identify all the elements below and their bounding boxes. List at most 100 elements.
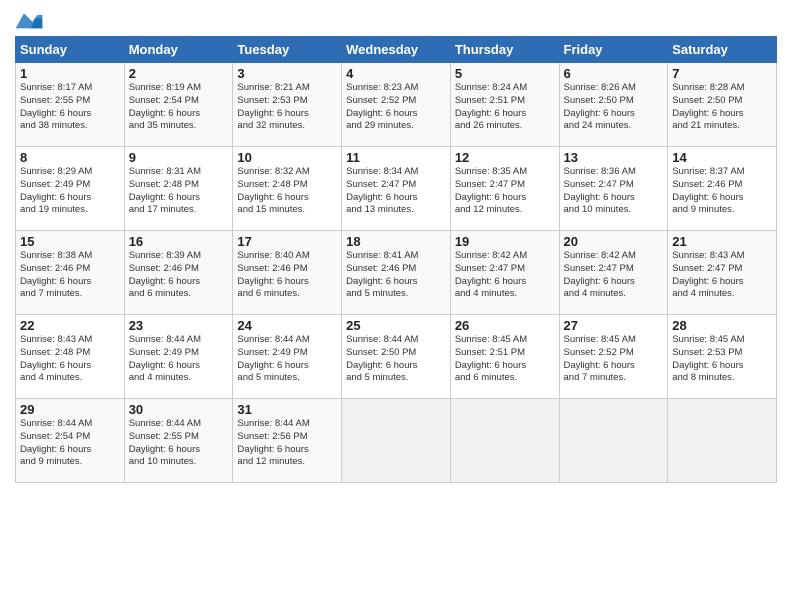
day-number: 17	[237, 234, 337, 249]
day-content: Sunrise: 8:38 AM Sunset: 2:46 PM Dayligh…	[20, 250, 120, 301]
day-number: 2	[129, 66, 229, 81]
day-number: 8	[20, 150, 120, 165]
day-content: Sunrise: 8:28 AM Sunset: 2:50 PM Dayligh…	[672, 82, 772, 133]
day-cell: 31Sunrise: 8:44 AM Sunset: 2:56 PM Dayli…	[233, 399, 342, 483]
day-cell: 19Sunrise: 8:42 AM Sunset: 2:47 PM Dayli…	[450, 231, 559, 315]
day-cell: 15Sunrise: 8:38 AM Sunset: 2:46 PM Dayli…	[16, 231, 125, 315]
week-row-5: 29Sunrise: 8:44 AM Sunset: 2:54 PM Dayli…	[16, 399, 777, 483]
header-tuesday: Tuesday	[233, 37, 342, 63]
header-wednesday: Wednesday	[342, 37, 451, 63]
day-cell	[559, 399, 668, 483]
header-saturday: Saturday	[668, 37, 777, 63]
day-content: Sunrise: 8:40 AM Sunset: 2:46 PM Dayligh…	[237, 250, 337, 301]
day-number: 22	[20, 318, 120, 333]
day-content: Sunrise: 8:45 AM Sunset: 2:52 PM Dayligh…	[564, 334, 664, 385]
day-cell: 2Sunrise: 8:19 AM Sunset: 2:54 PM Daylig…	[124, 63, 233, 147]
day-number: 12	[455, 150, 555, 165]
day-cell: 17Sunrise: 8:40 AM Sunset: 2:46 PM Dayli…	[233, 231, 342, 315]
day-number: 7	[672, 66, 772, 81]
day-cell: 14Sunrise: 8:37 AM Sunset: 2:46 PM Dayli…	[668, 147, 777, 231]
day-cell: 22Sunrise: 8:43 AM Sunset: 2:48 PM Dayli…	[16, 315, 125, 399]
day-number: 15	[20, 234, 120, 249]
day-cell	[342, 399, 451, 483]
day-number: 24	[237, 318, 337, 333]
header-friday: Friday	[559, 37, 668, 63]
day-number: 20	[564, 234, 664, 249]
day-number: 27	[564, 318, 664, 333]
day-content: Sunrise: 8:44 AM Sunset: 2:49 PM Dayligh…	[129, 334, 229, 385]
logo	[15, 10, 47, 30]
day-content: Sunrise: 8:45 AM Sunset: 2:53 PM Dayligh…	[672, 334, 772, 385]
day-cell: 27Sunrise: 8:45 AM Sunset: 2:52 PM Dayli…	[559, 315, 668, 399]
day-number: 11	[346, 150, 446, 165]
day-content: Sunrise: 8:23 AM Sunset: 2:52 PM Dayligh…	[346, 82, 446, 133]
day-number: 31	[237, 402, 337, 417]
day-content: Sunrise: 8:44 AM Sunset: 2:50 PM Dayligh…	[346, 334, 446, 385]
logo-icon	[15, 10, 43, 30]
day-content: Sunrise: 8:45 AM Sunset: 2:51 PM Dayligh…	[455, 334, 555, 385]
day-cell: 24Sunrise: 8:44 AM Sunset: 2:49 PM Dayli…	[233, 315, 342, 399]
day-content: Sunrise: 8:44 AM Sunset: 2:54 PM Dayligh…	[20, 418, 120, 469]
day-content: Sunrise: 8:37 AM Sunset: 2:46 PM Dayligh…	[672, 166, 772, 217]
day-content: Sunrise: 8:21 AM Sunset: 2:53 PM Dayligh…	[237, 82, 337, 133]
week-row-4: 22Sunrise: 8:43 AM Sunset: 2:48 PM Dayli…	[16, 315, 777, 399]
day-cell: 30Sunrise: 8:44 AM Sunset: 2:55 PM Dayli…	[124, 399, 233, 483]
day-number: 29	[20, 402, 120, 417]
day-content: Sunrise: 8:43 AM Sunset: 2:47 PM Dayligh…	[672, 250, 772, 301]
day-number: 19	[455, 234, 555, 249]
day-cell: 4Sunrise: 8:23 AM Sunset: 2:52 PM Daylig…	[342, 63, 451, 147]
day-cell: 3Sunrise: 8:21 AM Sunset: 2:53 PM Daylig…	[233, 63, 342, 147]
day-cell: 5Sunrise: 8:24 AM Sunset: 2:51 PM Daylig…	[450, 63, 559, 147]
day-cell: 21Sunrise: 8:43 AM Sunset: 2:47 PM Dayli…	[668, 231, 777, 315]
day-number: 1	[20, 66, 120, 81]
day-cell: 6Sunrise: 8:26 AM Sunset: 2:50 PM Daylig…	[559, 63, 668, 147]
header-sunday: Sunday	[16, 37, 125, 63]
day-cell: 29Sunrise: 8:44 AM Sunset: 2:54 PM Dayli…	[16, 399, 125, 483]
day-content: Sunrise: 8:17 AM Sunset: 2:55 PM Dayligh…	[20, 82, 120, 133]
day-cell: 23Sunrise: 8:44 AM Sunset: 2:49 PM Dayli…	[124, 315, 233, 399]
calendar-header-row: SundayMondayTuesdayWednesdayThursdayFrid…	[16, 37, 777, 63]
day-number: 3	[237, 66, 337, 81]
day-cell: 1Sunrise: 8:17 AM Sunset: 2:55 PM Daylig…	[16, 63, 125, 147]
day-cell: 10Sunrise: 8:32 AM Sunset: 2:48 PM Dayli…	[233, 147, 342, 231]
day-cell: 11Sunrise: 8:34 AM Sunset: 2:47 PM Dayli…	[342, 147, 451, 231]
day-number: 5	[455, 66, 555, 81]
day-cell: 9Sunrise: 8:31 AM Sunset: 2:48 PM Daylig…	[124, 147, 233, 231]
day-number: 18	[346, 234, 446, 249]
day-number: 4	[346, 66, 446, 81]
day-content: Sunrise: 8:19 AM Sunset: 2:54 PM Dayligh…	[129, 82, 229, 133]
day-cell	[450, 399, 559, 483]
day-cell: 12Sunrise: 8:35 AM Sunset: 2:47 PM Dayli…	[450, 147, 559, 231]
day-number: 9	[129, 150, 229, 165]
day-number: 25	[346, 318, 446, 333]
day-number: 6	[564, 66, 664, 81]
day-cell	[668, 399, 777, 483]
week-row-1: 1Sunrise: 8:17 AM Sunset: 2:55 PM Daylig…	[16, 63, 777, 147]
day-number: 26	[455, 318, 555, 333]
day-content: Sunrise: 8:42 AM Sunset: 2:47 PM Dayligh…	[455, 250, 555, 301]
day-number: 14	[672, 150, 772, 165]
day-content: Sunrise: 8:42 AM Sunset: 2:47 PM Dayligh…	[564, 250, 664, 301]
day-content: Sunrise: 8:44 AM Sunset: 2:49 PM Dayligh…	[237, 334, 337, 385]
week-row-2: 8Sunrise: 8:29 AM Sunset: 2:49 PM Daylig…	[16, 147, 777, 231]
day-cell: 26Sunrise: 8:45 AM Sunset: 2:51 PM Dayli…	[450, 315, 559, 399]
day-number: 23	[129, 318, 229, 333]
day-cell: 13Sunrise: 8:36 AM Sunset: 2:47 PM Dayli…	[559, 147, 668, 231]
day-content: Sunrise: 8:29 AM Sunset: 2:49 PM Dayligh…	[20, 166, 120, 217]
header-monday: Monday	[124, 37, 233, 63]
day-content: Sunrise: 8:41 AM Sunset: 2:46 PM Dayligh…	[346, 250, 446, 301]
header	[15, 10, 777, 30]
day-content: Sunrise: 8:44 AM Sunset: 2:56 PM Dayligh…	[237, 418, 337, 469]
day-content: Sunrise: 8:36 AM Sunset: 2:47 PM Dayligh…	[564, 166, 664, 217]
day-number: 13	[564, 150, 664, 165]
day-cell: 25Sunrise: 8:44 AM Sunset: 2:50 PM Dayli…	[342, 315, 451, 399]
day-content: Sunrise: 8:32 AM Sunset: 2:48 PM Dayligh…	[237, 166, 337, 217]
day-content: Sunrise: 8:34 AM Sunset: 2:47 PM Dayligh…	[346, 166, 446, 217]
calendar: SundayMondayTuesdayWednesdayThursdayFrid…	[15, 36, 777, 483]
day-content: Sunrise: 8:39 AM Sunset: 2:46 PM Dayligh…	[129, 250, 229, 301]
day-cell: 8Sunrise: 8:29 AM Sunset: 2:49 PM Daylig…	[16, 147, 125, 231]
day-cell: 28Sunrise: 8:45 AM Sunset: 2:53 PM Dayli…	[668, 315, 777, 399]
day-content: Sunrise: 8:43 AM Sunset: 2:48 PM Dayligh…	[20, 334, 120, 385]
day-cell: 18Sunrise: 8:41 AM Sunset: 2:46 PM Dayli…	[342, 231, 451, 315]
day-number: 10	[237, 150, 337, 165]
